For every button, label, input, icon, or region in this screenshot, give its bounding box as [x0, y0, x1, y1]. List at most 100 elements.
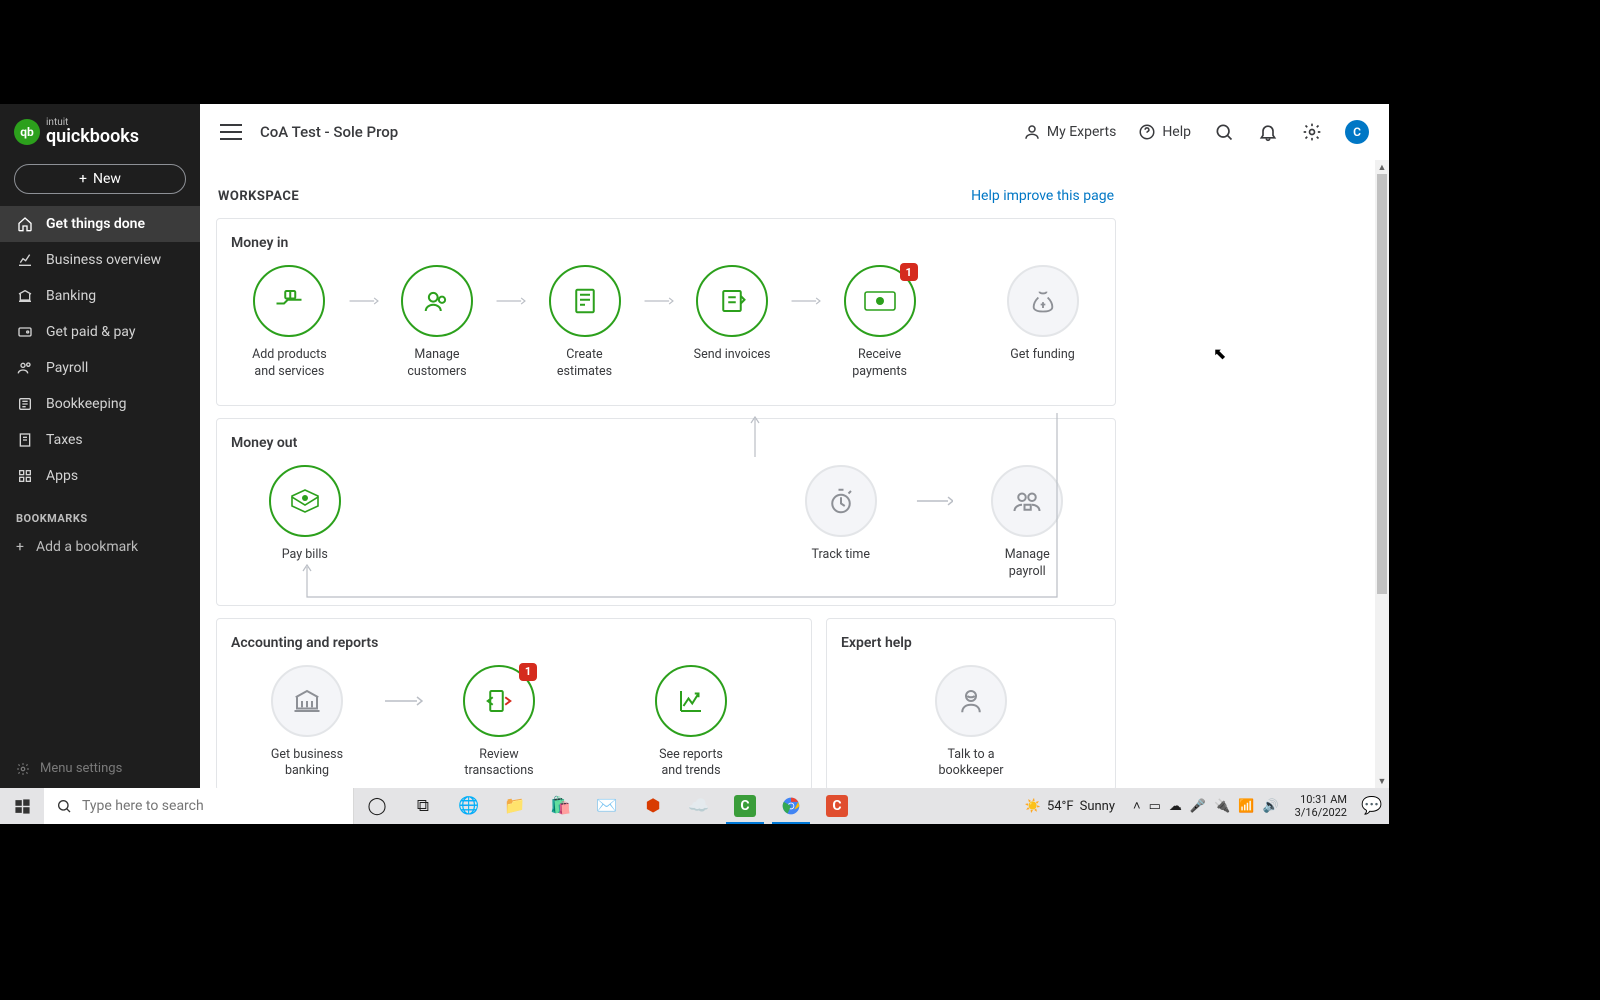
ledger-icon [16, 395, 34, 413]
tile-send-invoices[interactable]: Send invoices [674, 265, 791, 364]
nav-bookkeeping[interactable]: Bookkeeping [0, 386, 200, 422]
tile-receive-payments[interactable]: 1 Receivepayments [821, 265, 938, 381]
task-view-button[interactable]: ⧉ [400, 788, 446, 824]
user-avatar[interactable]: C [1345, 120, 1369, 144]
settings-button[interactable] [1301, 121, 1323, 143]
tile-label-line: Add products [252, 347, 327, 362]
tile-label-line: customers [407, 364, 466, 379]
nav-get-paid-pay[interactable]: Get paid & pay [0, 314, 200, 350]
action-center-button[interactable]: 💬 [1355, 788, 1389, 824]
person-icon [1023, 123, 1041, 141]
arrow-icon [915, 465, 954, 537]
cortana-button[interactable]: ◯ [354, 788, 400, 824]
funding-icon [1029, 287, 1057, 315]
tile-label-line: See reports [659, 747, 723, 762]
mail-button[interactable]: ✉️ [584, 788, 630, 824]
nav-label: Business overview [46, 252, 161, 268]
taskbar-search[interactable] [44, 788, 354, 824]
nav-banking[interactable]: Banking [0, 278, 200, 314]
taskbar-right: ☀️ 54°F Sunny ˄ ▭ ☁ 🎤 🔌 📶 🔊 10:31 AM 3/1… [1015, 788, 1389, 824]
topbar-right: My Experts Help C [1023, 120, 1369, 144]
tile-label-line: Review [479, 747, 518, 762]
nav-taxes[interactable]: Taxes [0, 422, 200, 458]
chevron-up-icon[interactable]: ˄ [1133, 798, 1141, 814]
panel-money-out: Money out Pay bills Track time [216, 418, 1116, 606]
onedrive-icon[interactable]: ☁ [1169, 799, 1182, 814]
usb-icon[interactable]: 🔌 [1214, 799, 1230, 814]
panel-accounting-title: Accounting and reports [231, 635, 797, 651]
help-button[interactable]: Help [1138, 123, 1191, 141]
system-tray[interactable]: ˄ ▭ ☁ 🎤 🔌 📶 🔊 [1125, 798, 1287, 814]
tile-label-line: banking [285, 763, 329, 778]
taskbar-search-input[interactable] [82, 798, 341, 814]
tile-manage-payroll[interactable]: Managepayroll [953, 465, 1101, 581]
tile-get-funding[interactable]: Get funding [984, 265, 1101, 364]
nav-business-overview[interactable]: Business overview [0, 242, 200, 278]
panel-accounting: Accounting and reports Get businessbanki… [216, 618, 812, 789]
nav-get-things-done[interactable]: Get things done [0, 206, 200, 242]
recorder-button[interactable]: C [814, 788, 860, 824]
file-explorer-button[interactable]: 📁 [492, 788, 538, 824]
scroll-down-button[interactable]: ▼ [1375, 774, 1389, 788]
help-improve-link[interactable]: Help improve this page [971, 188, 1114, 204]
edge-button[interactable]: 🌐 [446, 788, 492, 824]
tile-label-line: Manage [1005, 547, 1050, 562]
office-icon: ⬢ [646, 796, 661, 816]
hamburger-menu-button[interactable] [220, 124, 242, 140]
panel-money-out-title: Money out [231, 435, 1101, 451]
nav-label: Payroll [46, 360, 88, 376]
wifi-icon[interactable]: 📶 [1238, 799, 1254, 814]
add-bookmark-label: Add a bookmark [36, 539, 138, 555]
notification-badge: 1 [519, 663, 537, 681]
store-button[interactable]: 🛍️ [538, 788, 584, 824]
task-view-icon: ⧉ [417, 796, 429, 816]
expert-row: Talk to abookkeeper [841, 665, 1101, 781]
weather-desc: Sunny [1080, 799, 1115, 814]
chart-line-icon [16, 251, 34, 269]
scrollbar-thumb[interactable] [1377, 174, 1387, 594]
taskbar-clock[interactable]: 10:31 AM 3/16/2022 [1287, 793, 1355, 819]
tile-add-products[interactable]: Add productsand services [231, 265, 348, 381]
tile-see-reports[interactable]: See reportsand trends [615, 665, 767, 781]
tile-talk-bookkeeper[interactable]: Talk to abookkeeper [895, 665, 1047, 781]
vertical-scrollbar[interactable]: ▲ ▼ [1375, 160, 1389, 788]
camtasia-button[interactable]: C [722, 788, 768, 824]
home-icon [16, 215, 34, 233]
menu-settings-button[interactable]: Menu settings [0, 749, 200, 788]
battery-icon[interactable]: ▭ [1149, 799, 1161, 814]
my-experts-button[interactable]: My Experts [1023, 123, 1116, 141]
chrome-button[interactable] [768, 788, 814, 824]
customers-icon [422, 286, 452, 316]
weather-widget[interactable]: ☀️ 54°F Sunny [1015, 799, 1125, 814]
start-button[interactable] [0, 788, 44, 824]
bell-icon [1258, 122, 1278, 142]
tile-pay-bills[interactable]: Pay bills [231, 465, 379, 564]
tile-create-estimates[interactable]: Createestimates [526, 265, 643, 381]
tile-label: Send invoices [694, 347, 771, 364]
nav-payroll[interactable]: Payroll [0, 350, 200, 386]
scroll-up-button[interactable]: ▲ [1375, 160, 1389, 174]
tile-manage-customers[interactable]: Managecustomers [379, 265, 496, 381]
panel-expert-help: Expert help Talk to abookkeeper [826, 618, 1116, 789]
tile-get-banking[interactable]: Get businessbanking [231, 665, 383, 781]
add-bookmark-button[interactable]: + Add a bookmark [0, 531, 200, 563]
notifications-button[interactable] [1257, 121, 1279, 143]
office-button[interactable]: ⬢ [630, 788, 676, 824]
volume-icon[interactable]: 🔊 [1262, 799, 1278, 814]
arrow-icon [348, 265, 379, 337]
nav-apps[interactable]: Apps [0, 458, 200, 494]
tile-track-time[interactable]: Track time [767, 465, 915, 564]
new-button-label: New [93, 171, 121, 187]
folder-icon: 📁 [504, 796, 525, 816]
edge-icon: 🌐 [458, 796, 479, 816]
tile-review-transactions[interactable]: 1 Reviewtransactions [423, 665, 575, 781]
bookmarks-header: BOOKMARKS [0, 494, 200, 531]
money-icon [863, 289, 897, 313]
new-button[interactable]: + New [14, 164, 186, 194]
search-icon [56, 798, 72, 814]
tile-label-line: Receive [858, 347, 901, 362]
mic-icon[interactable]: 🎤 [1190, 799, 1206, 814]
workspace-title: WORKSPACE [218, 189, 299, 204]
app-button[interactable]: ☁️ [676, 788, 722, 824]
search-button[interactable] [1213, 121, 1235, 143]
